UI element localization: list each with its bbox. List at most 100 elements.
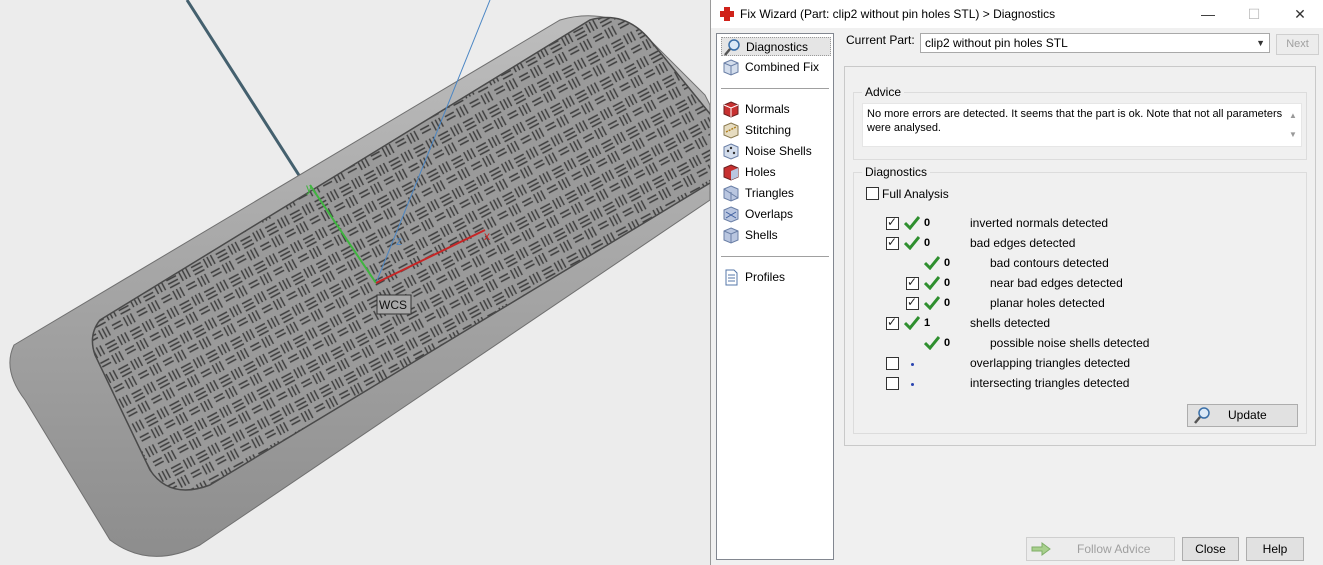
- inverted-normals-checkbox[interactable]: ✓: [886, 215, 899, 230]
- nav-item-overlaps[interactable]: Overlaps: [721, 205, 831, 224]
- close-window-button[interactable]: ✕: [1277, 0, 1323, 28]
- nav-item-diagnostics[interactable]: Diagnostics: [721, 37, 831, 56]
- overlapping-triangles-checkbox[interactable]: [886, 357, 899, 370]
- bad-edges-label: bad edges detected: [970, 236, 1076, 250]
- nav-item-noise-shells[interactable]: Noise Shells: [721, 142, 831, 161]
- nav-label: Normals: [745, 102, 790, 116]
- advice-scrollbar[interactable]: ▲ ▼: [1287, 106, 1299, 144]
- near-bad-edges-label: near bad edges detected: [990, 276, 1123, 290]
- nav-label: Triangles: [745, 186, 794, 200]
- nav-label: Noise Shells: [745, 144, 812, 158]
- green-check-icon: [924, 296, 940, 310]
- noise-shells-count: 0: [944, 337, 951, 349]
- green-check-icon: [904, 316, 920, 330]
- cube-icon: [723, 59, 739, 76]
- 3d-viewport[interactable]: x y z WCS: [0, 0, 710, 565]
- close-button[interactable]: Close: [1182, 537, 1239, 561]
- noise-shells-label: possible noise shells detected: [990, 336, 1150, 350]
- inverted-normals-label: inverted normals detected: [970, 216, 1109, 230]
- nav-label: Combined Fix: [745, 60, 820, 74]
- holes-icon: [723, 164, 739, 181]
- diagnostics-group: Diagnostics Full Analysis ✓ 0 inverted n…: [853, 165, 1307, 434]
- nav-separator: [721, 256, 829, 257]
- diagnostics-panel: Advice No more errors are detected. It s…: [844, 66, 1316, 446]
- intersecting-triangles-label: intersecting triangles detected: [970, 376, 1130, 390]
- nav-item-profiles[interactable]: Profiles: [721, 268, 831, 287]
- bad-contours-label: bad contours detected: [990, 256, 1109, 270]
- fix-wizard-dialog: Fix Wizard (Part: clip2 without pin hole…: [710, 0, 1323, 565]
- minimize-button[interactable]: —: [1185, 0, 1231, 28]
- update-label: Update: [1228, 408, 1267, 422]
- maximize-button[interactable]: ☐: [1231, 0, 1277, 28]
- shells-checkbox[interactable]: ✓: [886, 315, 899, 330]
- pending-dot-icon: [911, 363, 914, 366]
- nav-item-combined-fix[interactable]: Combined Fix: [721, 58, 831, 77]
- nav-item-shells[interactable]: Shells: [721, 226, 831, 245]
- shells-count: 1: [924, 317, 931, 329]
- red-cross-icon: [720, 7, 734, 21]
- normals-cube-icon: [723, 101, 739, 118]
- nav-label: Overlaps: [745, 207, 794, 221]
- nav-item-triangles[interactable]: Triangles: [721, 184, 831, 203]
- chevron-down-icon: ▼: [1256, 38, 1265, 48]
- planar-holes-label: planar holes detected: [990, 296, 1105, 310]
- pending-dot-icon: [911, 383, 914, 386]
- y-axis-label: y: [306, 181, 312, 195]
- full-analysis-label: Full Analysis: [882, 187, 949, 201]
- overlapping-triangles-label: overlapping triangles detected: [970, 356, 1131, 370]
- nav-item-holes[interactable]: Holes: [721, 163, 831, 182]
- green-check-icon: [904, 216, 920, 230]
- overlaps-icon: [723, 206, 739, 223]
- title-bar[interactable]: Fix Wizard (Part: clip2 without pin hole…: [711, 0, 1323, 28]
- x-axis-label: x: [484, 229, 490, 243]
- triangles-icon: [723, 185, 739, 202]
- noise-shells-icon: [723, 143, 739, 160]
- inverted-normals-count: 0: [924, 217, 931, 229]
- update-button[interactable]: Update: [1187, 404, 1298, 427]
- follow-advice-button[interactable]: Follow Advice: [1026, 537, 1175, 561]
- arrow-right-icon: [1031, 542, 1051, 556]
- nav-label: Profiles: [745, 270, 786, 284]
- nav-label: Holes: [745, 165, 776, 179]
- green-check-icon: [904, 236, 920, 250]
- next-button[interactable]: Next: [1276, 34, 1319, 55]
- shells-icon: [723, 227, 739, 244]
- nav-label: Stitching: [745, 123, 792, 137]
- document-icon: [725, 269, 738, 286]
- green-check-icon: [924, 336, 940, 350]
- bad-edges-checkbox[interactable]: ✓: [886, 235, 899, 250]
- bad-edges-count: 0: [924, 237, 931, 249]
- intersecting-triangles-checkbox[interactable]: [886, 377, 899, 390]
- stitching-icon: [723, 122, 739, 139]
- shells-label: shells detected: [970, 316, 1051, 330]
- green-check-icon: [924, 276, 940, 290]
- diagnostics-title: Diagnostics: [862, 165, 931, 179]
- nav-item-normals[interactable]: Normals: [721, 100, 831, 119]
- bad-contours-count: 0: [944, 257, 951, 269]
- fix-nav-pane: Diagnostics Combined Fix Normals Stitchi…: [716, 33, 834, 560]
- nav-label: Diagnostics: [746, 40, 809, 54]
- magnifier-icon: [1194, 407, 1210, 424]
- advice-title: Advice: [862, 85, 905, 99]
- planar-holes-count: 0: [944, 297, 951, 309]
- window-title: Fix Wizard (Part: clip2 without pin hole…: [740, 7, 1056, 21]
- advice-text-box: No more errors are detected. It seems th…: [862, 103, 1302, 147]
- help-button[interactable]: Help: [1246, 537, 1304, 561]
- nav-item-stitching[interactable]: Stitching: [721, 121, 831, 140]
- current-part-label: Current Part:: [846, 33, 915, 47]
- full-analysis-checkbox[interactable]: [866, 187, 879, 200]
- z-axis-label: z: [396, 234, 402, 248]
- near-bad-edges-checkbox[interactable]: ✓: [906, 275, 919, 290]
- follow-advice-label: Follow Advice: [1077, 542, 1151, 556]
- nav-separator: [721, 88, 829, 89]
- advice-text: No more errors are detected. It seems th…: [867, 108, 1283, 134]
- near-bad-edges-count: 0: [944, 277, 951, 289]
- viewport-canvas: x y z WCS: [0, 0, 710, 565]
- wcs-label: WCS: [379, 298, 407, 312]
- green-check-icon: [924, 256, 940, 270]
- advice-group: Advice No more errors are detected. It s…: [853, 85, 1307, 160]
- current-part-value: clip2 without pin holes STL: [925, 36, 1068, 50]
- planar-holes-checkbox[interactable]: ✓: [906, 295, 919, 310]
- nav-label: Shells: [745, 228, 778, 242]
- current-part-select[interactable]: clip2 without pin holes STL ▼: [920, 33, 1270, 53]
